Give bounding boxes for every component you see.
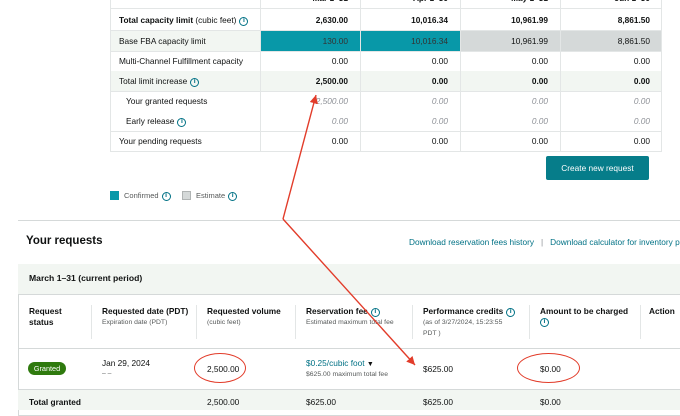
- arrow-to-limit-increase: [282, 94, 318, 220]
- arrow-to-performance-credits: [282, 218, 416, 366]
- annotation-arrows: [282, 94, 416, 366]
